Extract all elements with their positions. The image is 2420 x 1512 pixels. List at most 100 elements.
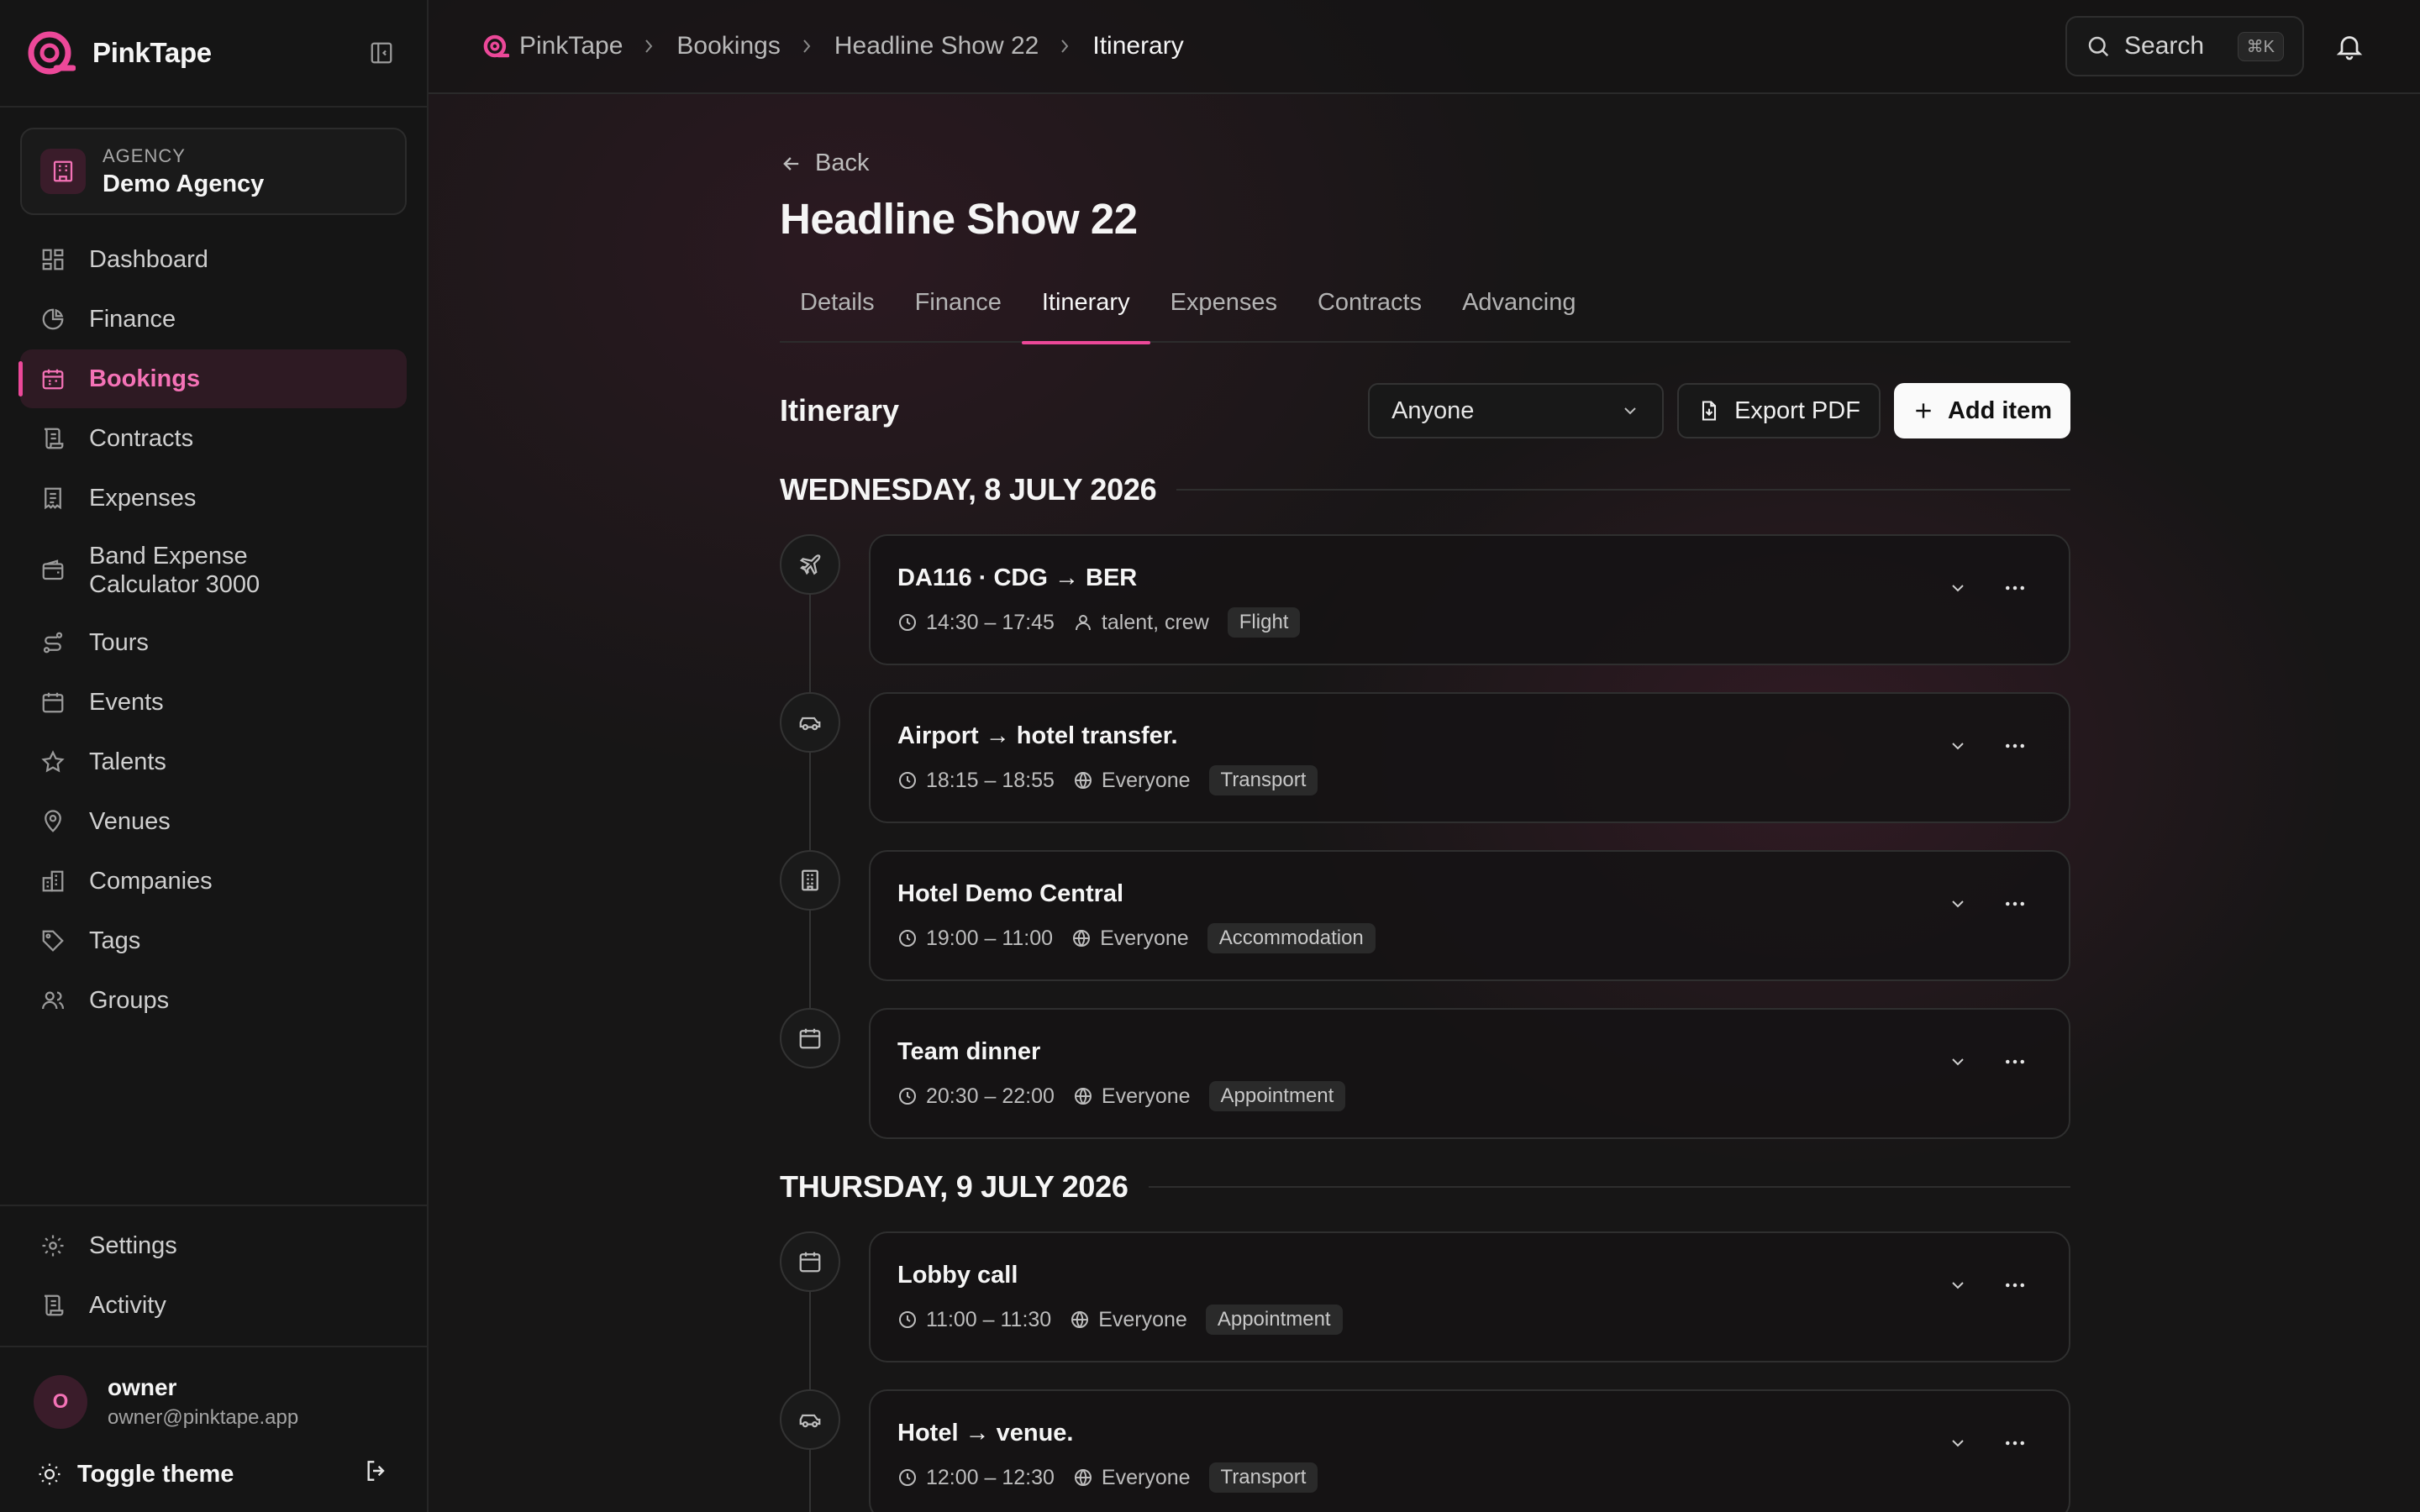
- sidebar-nav: Dashboard Finance Bookings Contracts Exp…: [0, 230, 427, 1031]
- audience-filter-select[interactable]: Anyone: [1368, 383, 1665, 438]
- calendar-icon: [780, 1008, 840, 1068]
- add-item-label: Add item: [1947, 396, 2052, 424]
- itinerary-toolbar: Itinerary Anyone Export PDF Add item: [780, 383, 2070, 438]
- booking-tabs: Details Finance Itinerary Expenses Contr…: [780, 289, 2070, 344]
- globe-icon: [1073, 1086, 1093, 1106]
- route-icon: [39, 628, 67, 657]
- tab-details[interactable]: Details: [780, 289, 895, 343]
- itinerary-card[interactable]: Team dinner 20:30 – 22:00 Everyone Appoi…: [869, 1008, 2070, 1139]
- toggle-theme-label: Toggle theme: [77, 1460, 234, 1488]
- user-profile[interactable]: O owner owner@pinktape.app: [0, 1346, 427, 1436]
- more-horizontal-icon[interactable]: [1998, 1426, 2032, 1460]
- sidebar-item-expenses[interactable]: Expenses: [20, 469, 407, 528]
- export-pdf-button[interactable]: Export PDF: [1677, 383, 1881, 438]
- itinerary-item[interactable]: Hotel → venue. 12:00 – 12:30 Everyone Tr…: [780, 1389, 2070, 1512]
- sidebar-footer: Settings Activity O owner owner@pinktape…: [0, 1205, 427, 1512]
- day-divider: [1148, 1186, 2070, 1188]
- tab-itinerary[interactable]: Itinerary: [1021, 289, 1150, 344]
- sidebar: PinkTape AGENCY Demo Agency Dashboard Fi…: [0, 0, 429, 1512]
- tab-advancing[interactable]: Advancing: [1442, 289, 1596, 343]
- user-icon: [1073, 612, 1093, 633]
- item-type-badge: Accommodation: [1207, 923, 1376, 953]
- chevron-down-icon[interactable]: [1941, 1426, 1975, 1460]
- item-audience: Everyone: [1100, 926, 1189, 950]
- more-horizontal-icon[interactable]: [1998, 887, 2032, 921]
- sidebar-item-label: Talents: [89, 748, 166, 775]
- collapse-sidebar-icon[interactable]: [363, 34, 400, 71]
- globe-icon: [1070, 1310, 1090, 1330]
- tab-contracts[interactable]: Contracts: [1297, 289, 1442, 343]
- chevron-down-icon[interactable]: [1941, 1268, 1975, 1302]
- car-icon: [780, 692, 840, 753]
- main-area: PinkTape Bookings Headline Show 22 Itine…: [429, 0, 2420, 1512]
- sidebar-item-talents[interactable]: Talents: [20, 732, 407, 791]
- sidebar-item-events[interactable]: Events: [20, 673, 407, 732]
- itinerary-card[interactable]: Hotel → venue. 12:00 – 12:30 Everyone Tr…: [869, 1389, 2070, 1512]
- itinerary-card[interactable]: DA116 · CDG → BER 14:30 – 17:45 talent, …: [869, 534, 2070, 665]
- itinerary-card[interactable]: Hotel Demo Central 19:00 – 11:00 Everyon…: [869, 850, 2070, 981]
- back-link[interactable]: Back: [780, 150, 2070, 177]
- chevron-down-icon[interactable]: [1941, 571, 1975, 605]
- sidebar-item-activity[interactable]: Activity: [20, 1276, 407, 1335]
- item-time: 12:00 – 12:30: [926, 1465, 1055, 1489]
- sidebar-item-label: Tours: [89, 628, 149, 656]
- item-type-badge: Transport: [1208, 765, 1318, 795]
- more-horizontal-icon[interactable]: [1998, 571, 2032, 605]
- more-horizontal-icon[interactable]: [1998, 1045, 2032, 1079]
- chevron-right-icon: [801, 38, 814, 55]
- chevron-down-icon[interactable]: [1941, 1045, 1975, 1079]
- hotel-icon: [780, 850, 840, 911]
- sidebar-item-dashboard[interactable]: Dashboard: [20, 230, 407, 289]
- gear-icon: [39, 1231, 67, 1260]
- tab-finance[interactable]: Finance: [895, 289, 1022, 343]
- sidebar-item-tags[interactable]: Tags: [20, 911, 407, 970]
- item-audience: Everyone: [1101, 768, 1191, 792]
- itinerary-item[interactable]: Airport → hotel transfer. 18:15 – 18:55 …: [780, 692, 2070, 823]
- itinerary-item[interactable]: Team dinner 20:30 – 22:00 Everyone Appoi…: [780, 1008, 2070, 1139]
- user-name: owner: [108, 1374, 177, 1400]
- brand-name: PinkTape: [92, 37, 212, 68]
- chevron-down-icon[interactable]: [1941, 887, 1975, 921]
- sidebar-item-finance[interactable]: Finance: [20, 290, 407, 349]
- audience-filter-value: Anyone: [1392, 396, 1475, 424]
- chevron-down-icon[interactable]: [1941, 729, 1975, 763]
- logout-icon[interactable]: [363, 1457, 390, 1491]
- search-button[interactable]: Search ⌘K: [2065, 16, 2304, 76]
- sidebar-item-venues[interactable]: Venues: [20, 792, 407, 851]
- itinerary-item[interactable]: Hotel Demo Central 19:00 – 11:00 Everyon…: [780, 850, 2070, 981]
- users-icon: [39, 986, 67, 1015]
- sidebar-item-band-expense-calculator[interactable]: Band Expense Calculator 3000: [20, 528, 407, 612]
- agency-switcher[interactable]: AGENCY Demo Agency: [20, 128, 407, 215]
- breadcrumb-item[interactable]: PinkTape: [519, 32, 623, 60]
- itinerary-card[interactable]: Airport → hotel transfer. 18:15 – 18:55 …: [869, 692, 2070, 823]
- itinerary-card[interactable]: Lobby call 11:00 – 11:30 Everyone Appoin…: [869, 1231, 2070, 1362]
- calendar-icon: [780, 1231, 840, 1292]
- building-icon: [40, 149, 86, 194]
- itinerary-item[interactable]: Lobby call 11:00 – 11:30 Everyone Appoin…: [780, 1231, 2070, 1362]
- sidebar-item-groups[interactable]: Groups: [20, 971, 407, 1030]
- item-time: 18:15 – 18:55: [926, 768, 1055, 792]
- breadcrumb-item[interactable]: Bookings: [676, 32, 780, 60]
- more-horizontal-icon[interactable]: [1998, 1268, 2032, 1302]
- sidebar-item-bookings[interactable]: Bookings: [18, 349, 407, 408]
- sidebar-item-contracts[interactable]: Contracts: [20, 409, 407, 468]
- scroll-icon: [39, 1291, 67, 1320]
- sidebar-item-settings[interactable]: Settings: [20, 1216, 407, 1275]
- tab-expenses[interactable]: Expenses: [1150, 289, 1297, 343]
- sidebar-secondary-nav: Settings Activity: [0, 1205, 427, 1346]
- toggle-theme-button[interactable]: Toggle theme: [0, 1436, 427, 1512]
- item-meta: 14:30 – 17:45 talent, crew Flight: [897, 607, 2042, 638]
- car-icon: [780, 1389, 840, 1450]
- globe-icon: [1073, 770, 1093, 790]
- item-type-badge: Flight: [1227, 607, 1301, 638]
- breadcrumb-item[interactable]: Headline Show 22: [834, 32, 1039, 60]
- item-title: Team dinner: [897, 1038, 1041, 1065]
- item-time: 20:30 – 22:00: [926, 1084, 1055, 1108]
- item-type-badge: Appointment: [1205, 1305, 1343, 1335]
- more-horizontal-icon[interactable]: [1998, 729, 2032, 763]
- bell-icon[interactable]: [2333, 29, 2366, 63]
- sidebar-item-companies[interactable]: Companies: [20, 852, 407, 911]
- sidebar-item-tours[interactable]: Tours: [20, 613, 407, 672]
- add-item-button[interactable]: Add item: [1893, 383, 2070, 438]
- itinerary-item[interactable]: DA116 · CDG → BER 14:30 – 17:45 talent, …: [780, 534, 2070, 665]
